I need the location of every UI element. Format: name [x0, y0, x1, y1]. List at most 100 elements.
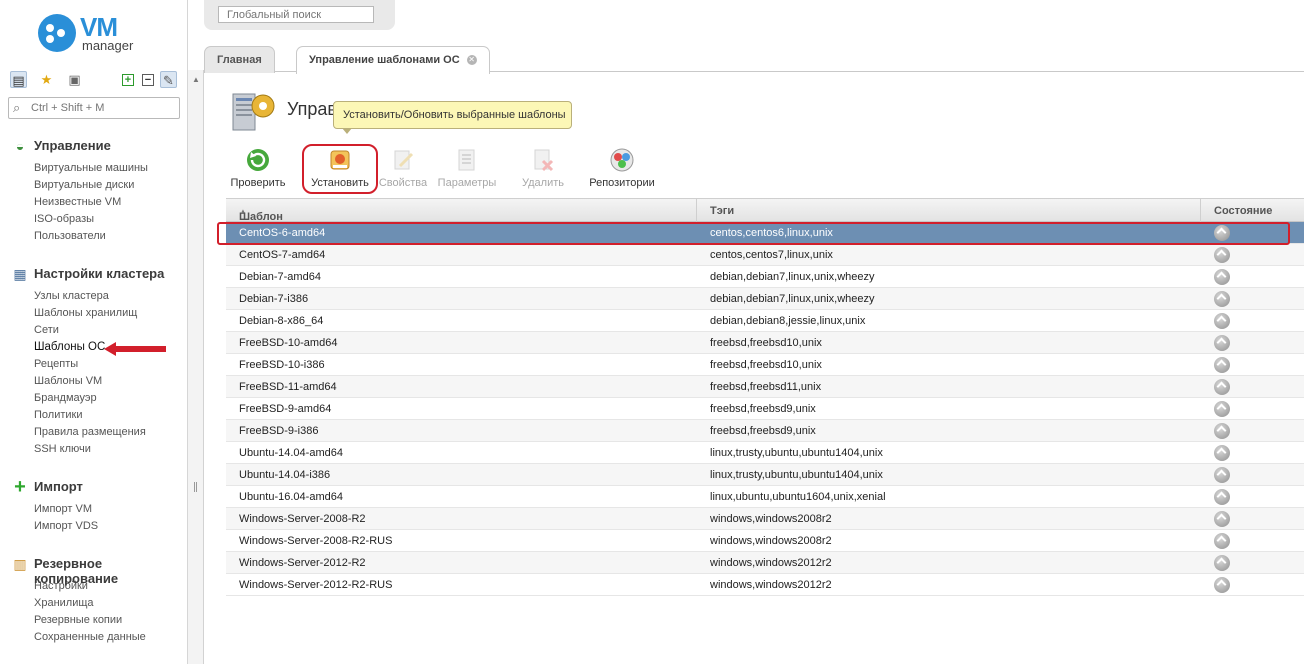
favorites-star-icon[interactable]: ★	[38, 71, 55, 88]
table-row[interactable]: Debian-7-i386 debian,debian7,linux,unix,w…	[226, 288, 1304, 310]
install-button[interactable]: Установить	[302, 144, 378, 194]
state-arrow-icon[interactable]	[1214, 335, 1230, 351]
install-tooltip: Установить/Обновить выбранные шаблоны	[333, 101, 572, 134]
red-arrow-annotation	[104, 342, 166, 356]
table-row[interactable]: Windows-Server-2008-R2 windows,windows200…	[226, 508, 1304, 530]
column-header-template[interactable]: Шаблон ▲	[239, 205, 283, 223]
menu-item-import-vds[interactable]: Импорт VDS	[0, 518, 187, 535]
menu-group-header[interactable]: ▦ Настройки кластера	[0, 264, 187, 284]
sidebar: VM manager ▤ ★ ▣ + − ✎ ⌕ ◒ Управление Ви…	[0, 0, 188, 664]
action-toolbar: Проверить Установить Свойства Параметры …	[222, 144, 692, 194]
menu-item-vm-templates[interactable]: Шаблоны VM	[0, 373, 187, 390]
collapse-arrow-icon[interactable]: ▲	[192, 75, 200, 84]
tree-view-icon[interactable]: ▤	[10, 71, 27, 88]
splitter-grip-icon[interactable]	[194, 482, 197, 492]
table-row[interactable]: Windows-Server-2012-R2-RUS windows,window…	[226, 574, 1304, 596]
state-arrow-icon[interactable]	[1214, 555, 1230, 571]
table-row[interactable]: FreeBSD-10-i386 freebsd,freebsd10,unix	[226, 354, 1304, 376]
template-name-cell: CentOS-7-amd64	[239, 249, 326, 261]
menu-item-ssh-keys[interactable]: SSH ключи	[0, 441, 187, 458]
state-arrow-icon[interactable]	[1214, 291, 1230, 307]
sidebar-splitter[interactable]: ▲	[188, 70, 204, 664]
menu-search[interactable]: ⌕	[8, 97, 180, 119]
state-arrow-icon[interactable]	[1214, 511, 1230, 527]
close-tab-icon[interactable]: ✕	[466, 55, 477, 66]
table-row[interactable]: Windows-Server-2012-R2 windows,windows201…	[226, 552, 1304, 574]
properties-button[interactable]: Свойства	[374, 146, 432, 192]
collapse-all-icon[interactable]: −	[142, 74, 154, 86]
menu-group-header[interactable]: + Импорт	[0, 477, 187, 497]
menu-item-unknown-vm[interactable]: Неизвестные VM	[0, 194, 187, 211]
global-search-input[interactable]	[218, 6, 374, 23]
table-row[interactable]: Windows-Server-2008-R2-RUS windows,window…	[226, 530, 1304, 552]
cluster-settings-icon: ▦	[13, 266, 27, 282]
page-title: Управ	[287, 99, 337, 119]
state-arrow-icon[interactable]	[1214, 533, 1230, 549]
menu-item-import-vm[interactable]: Импорт VM	[0, 501, 187, 518]
tab-label: Управление шаблонами ОС	[309, 54, 460, 66]
state-arrow-icon[interactable]	[1214, 269, 1230, 285]
state-arrow-icon[interactable]	[1214, 401, 1230, 417]
column-divider[interactable]	[1200, 199, 1201, 222]
menu-group-header[interactable]: ▥ Резервное копирование	[0, 554, 187, 586]
menu-item-policies[interactable]: Политики	[0, 407, 187, 424]
parameters-button[interactable]: Параметры	[436, 146, 498, 192]
menu-item-iso-images[interactable]: ISO-образы	[0, 211, 187, 228]
menu-group-title: Импорт	[34, 479, 83, 494]
tab-home[interactable]: Главная	[204, 46, 275, 73]
menu-item-saved-data[interactable]: Сохраненные данные	[0, 629, 187, 646]
template-tags-cell: linux,ubuntu,ubuntu1604,unix,xenial	[710, 491, 886, 503]
state-arrow-icon[interactable]	[1214, 313, 1230, 329]
template-name-cell: Windows-Server-2012-R2-RUS	[239, 579, 393, 591]
repositories-button[interactable]: Репозитории	[584, 146, 660, 192]
menu-search-input[interactable]	[31, 101, 177, 115]
table-row[interactable]: Ubuntu-16.04-amd64 linux,ubuntu,ubuntu160…	[226, 486, 1304, 508]
menu-item-storage-templates[interactable]: Шаблоны хранилищ	[0, 305, 187, 322]
table-row[interactable]: FreeBSD-11-amd64 freebsd,freebsd11,unix	[226, 376, 1304, 398]
menu-item-virtual-machines[interactable]: Виртуальные машины	[0, 160, 187, 177]
column-header-tags[interactable]: Тэги	[710, 205, 734, 217]
menu-item-placement-rules[interactable]: Правила размещения	[0, 424, 187, 441]
state-arrow-icon[interactable]	[1214, 379, 1230, 395]
delete-icon	[534, 149, 554, 172]
state-arrow-icon[interactable]	[1214, 445, 1230, 461]
table-row[interactable]: Ubuntu-14.04-amd64 linux,trusty,ubuntu,ub…	[226, 442, 1304, 464]
table-row[interactable]: Ubuntu-14.04-i386 linux,trusty,ubuntu,ubu…	[226, 464, 1304, 486]
properties-button-label: Свойства	[378, 177, 428, 189]
menu-item-users[interactable]: Пользователи	[0, 228, 187, 245]
menu-item-networks[interactable]: Сети	[0, 322, 187, 339]
menu-group-management: ◒ Управление Виртуальные машины Виртуаль…	[0, 136, 187, 245]
tab-os-templates[interactable]: Управление шаблонами ОС ✕	[296, 46, 490, 74]
pin-icon[interactable]: ✎	[160, 71, 177, 88]
state-arrow-icon[interactable]	[1214, 247, 1230, 263]
template-name-cell: FreeBSD-10-i386	[239, 359, 325, 371]
state-arrow-icon[interactable]	[1214, 489, 1230, 505]
menu-item-virtual-disks[interactable]: Виртуальные диски	[0, 177, 187, 194]
table-row[interactable]: Debian-8-x86_64 debian,debian8,jessie,lin…	[226, 310, 1304, 332]
menu-item-recipes[interactable]: Рецепты	[0, 356, 187, 373]
check-button[interactable]: Проверить	[226, 146, 290, 192]
menu-item-backup-copies[interactable]: Резервные копии	[0, 612, 187, 629]
template-name-cell: FreeBSD-9-amd64	[239, 403, 332, 415]
expand-all-icon[interactable]: +	[122, 74, 134, 86]
menu-item-firewall[interactable]: Брандмауэр	[0, 390, 187, 407]
vmmanager-logo[interactable]: VM manager	[38, 12, 158, 56]
delete-button[interactable]: Удалить	[514, 146, 572, 192]
state-arrow-icon[interactable]	[1214, 467, 1230, 483]
briefcase-icon[interactable]: ▣	[66, 71, 83, 88]
table-row[interactable]: CentOS-7-amd64 centos,centos7,linux,unix	[226, 244, 1304, 266]
template-tags-cell: freebsd,freebsd9,unix	[710, 425, 816, 437]
table-row[interactable]: FreeBSD-9-amd64 freebsd,freebsd9,unix	[226, 398, 1304, 420]
table-row[interactable]: FreeBSD-10-amd64 freebsd,freebsd10,unix	[226, 332, 1304, 354]
table-row[interactable]: FreeBSD-9-i386 freebsd,freebsd9,unix	[226, 420, 1304, 442]
state-arrow-icon[interactable]	[1214, 577, 1230, 593]
template-name-cell: Windows-Server-2008-R2-RUS	[239, 535, 393, 547]
menu-item-backup-storages[interactable]: Хранилища	[0, 595, 187, 612]
table-row[interactable]: Debian-7-amd64 debian,debian7,linux,unix,…	[226, 266, 1304, 288]
menu-group-header[interactable]: ◒ Управление	[0, 136, 187, 156]
state-arrow-icon[interactable]	[1214, 357, 1230, 373]
menu-item-cluster-nodes[interactable]: Узлы кластера	[0, 288, 187, 305]
column-header-state[interactable]: Состояние	[1214, 205, 1272, 217]
state-arrow-icon[interactable]	[1214, 423, 1230, 439]
column-divider[interactable]	[696, 199, 697, 222]
